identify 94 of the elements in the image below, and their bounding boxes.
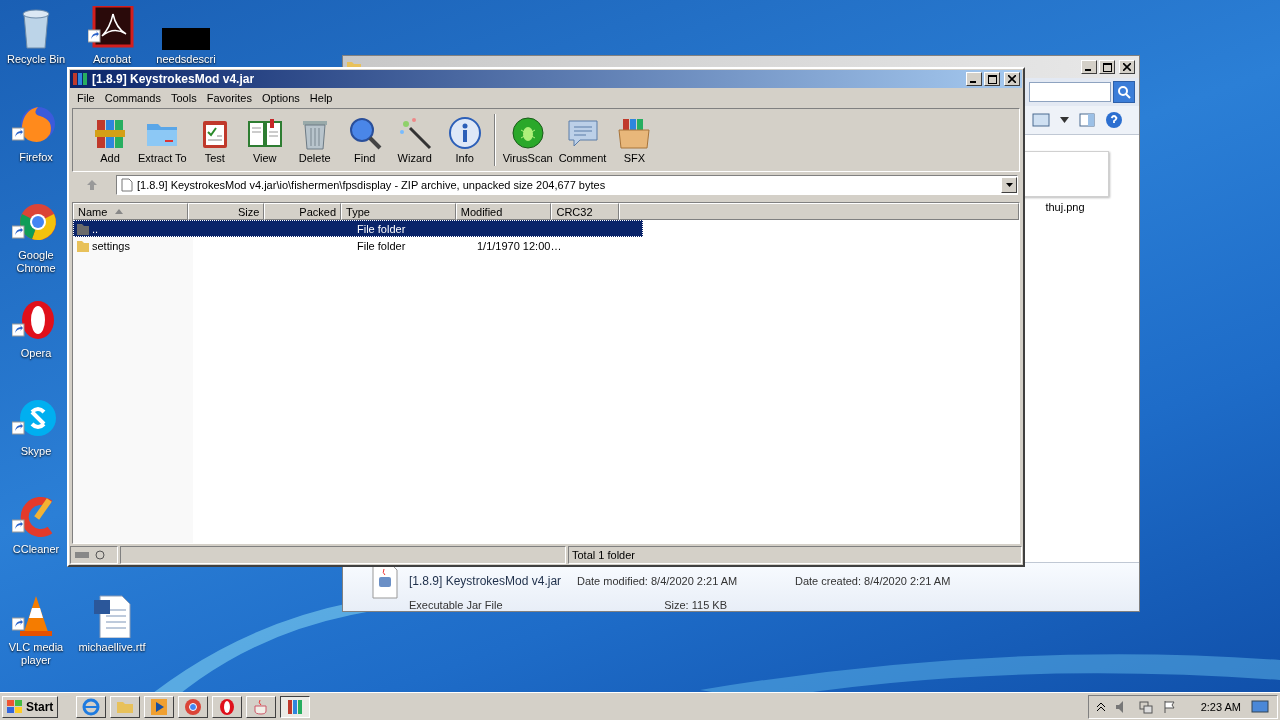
box-icon (617, 116, 652, 150)
show-desktop-icon[interactable] (1251, 699, 1269, 714)
close-icon (1123, 63, 1131, 71)
windows-logo-icon (7, 699, 23, 714)
document-logo-icon[interactable] (88, 6, 136, 50)
menu-item[interactable]: Commands (99, 90, 166, 106)
minimize-button[interactable] (966, 72, 982, 86)
address-field[interactable]: [1.8.9] KeystrokesMod v4.jar\io\fishermen\fpsdisplay - ZIP archive, unpacked size 204,677 bytes (116, 175, 1018, 195)
toolbar-button[interactable]: View (239, 116, 290, 164)
network-icon[interactable] (1138, 699, 1153, 714)
file-type: File folder (357, 222, 406, 235)
file-modified: 1/1/1970 12:00… (477, 239, 562, 252)
taskbar-button[interactable] (280, 695, 311, 718)
info-icon (447, 116, 482, 150)
close-button[interactable] (1004, 72, 1020, 86)
toolbar-button[interactable]: Test (189, 116, 240, 164)
up-arrow-icon (86, 179, 98, 191)
minimize-button[interactable] (1081, 60, 1097, 74)
browser-icon (82, 697, 101, 716)
menu-item[interactable]: Help (304, 90, 338, 106)
media-player-icon (150, 697, 169, 716)
details-file-name: [1.8.9] KeystrokesMod v4.jar (409, 574, 563, 588)
archive-icon (72, 72, 88, 86)
status-text: Total 1 folder (572, 549, 635, 561)
menu-item[interactable]: Favorites (201, 90, 257, 106)
book-icon (247, 116, 282, 150)
column-header[interactable]: Name (73, 203, 188, 220)
folder-icon (77, 222, 89, 235)
menu-item[interactable]: Tools (166, 90, 202, 106)
clock[interactable]: 2:23 AM (1200, 700, 1241, 713)
maximize-icon (987, 74, 997, 84)
wand-icon (397, 116, 432, 150)
search-icon (347, 116, 382, 150)
file-type: File folder (357, 239, 406, 252)
caret-icon (1005, 183, 1013, 187)
column-header[interactable]: Packed (264, 203, 342, 220)
desktop-icon-label: Firefox (18, 151, 54, 164)
start-button[interactable]: Start (2, 695, 59, 718)
close-icon (1008, 75, 1016, 83)
column-header[interactable]: CRC32 (551, 203, 619, 220)
desktop-icon-label: needsdescri (155, 53, 217, 66)
desktop-icon-label: michaellive.rtf (77, 641, 147, 654)
search-field[interactable] (1029, 82, 1111, 102)
menu-item[interactable]: Options (256, 90, 305, 106)
desktop-icon-label: Google Chrome (15, 249, 57, 275)
dropdown-button[interactable] (1001, 177, 1017, 193)
maximize-icon (1102, 62, 1112, 72)
desktop-icon-label: VLC media player (7, 641, 65, 667)
close-button[interactable] (1119, 60, 1135, 74)
desktop-icon-label: Recycle Bin (5, 53, 67, 66)
flag-icon[interactable] (1162, 699, 1177, 714)
file-name: .. (92, 222, 99, 235)
toolbar-button[interactable]: Extract To (135, 116, 190, 164)
chevron-up-icon[interactable] (1096, 701, 1105, 712)
search-button[interactable] (1113, 81, 1135, 103)
details-created: Date created: 8/4/2020 2:21 AM (795, 575, 952, 587)
browser-icon (184, 697, 203, 716)
column-header[interactable]: Modified (455, 203, 552, 220)
file-name: settings (92, 239, 130, 252)
toolbar-button[interactable]: Delete (289, 116, 340, 164)
file-row[interactable]: settings File folder 1/1/1970 12:00… (73, 237, 643, 254)
file-icon (121, 178, 133, 192)
desktop-icon-label: Skype (19, 445, 53, 458)
toolbar-button[interactable]: Comment (555, 116, 610, 164)
sort-arrow-icon (115, 209, 124, 214)
archive-icon (286, 697, 305, 716)
desktop-icon-label: CCleaner (11, 543, 61, 556)
bug-icon (510, 116, 545, 150)
details-file-type: Executable Jar File (409, 599, 504, 611)
menu-item[interactable]: File (72, 90, 100, 106)
desktop-icon-label: Acrobat (92, 53, 132, 66)
folder-icon (77, 239, 89, 252)
file-thumbnail[interactable] (162, 28, 210, 50)
window-title: [1.8.9] KeystrokesMod v4.jar (92, 72, 256, 86)
column-header[interactable]: Size (187, 203, 265, 220)
toolbar-button[interactable]: SFX (609, 116, 660, 164)
toolbar-button[interactable]: Info (439, 116, 490, 164)
toolbar-button[interactable]: VirusScan (499, 116, 556, 164)
details-modified: Date modified: 8/4/2020 2:21 AM (577, 575, 739, 587)
drive-icon (74, 550, 108, 560)
details-size: Size: 115 KB (663, 599, 728, 611)
maximize-button[interactable] (1099, 60, 1115, 74)
file-name[interactable]: thuj.png (1045, 201, 1085, 213)
ring-icon (218, 697, 237, 716)
dropdown-arrow-icon[interactable] (1060, 117, 1069, 123)
file-row[interactable]: .. File folder (73, 220, 643, 237)
help-icon[interactable] (1105, 111, 1123, 129)
toolbar-button[interactable]: Find (339, 116, 390, 164)
maximize-button[interactable] (984, 72, 1000, 86)
column-header[interactable]: Type (341, 203, 456, 220)
search-icon (1117, 85, 1131, 99)
toolbar-button[interactable]: Add (85, 116, 135, 164)
toolbar-button[interactable]: Wizard (389, 116, 440, 164)
desktop-icon-label: Opera (19, 347, 53, 360)
